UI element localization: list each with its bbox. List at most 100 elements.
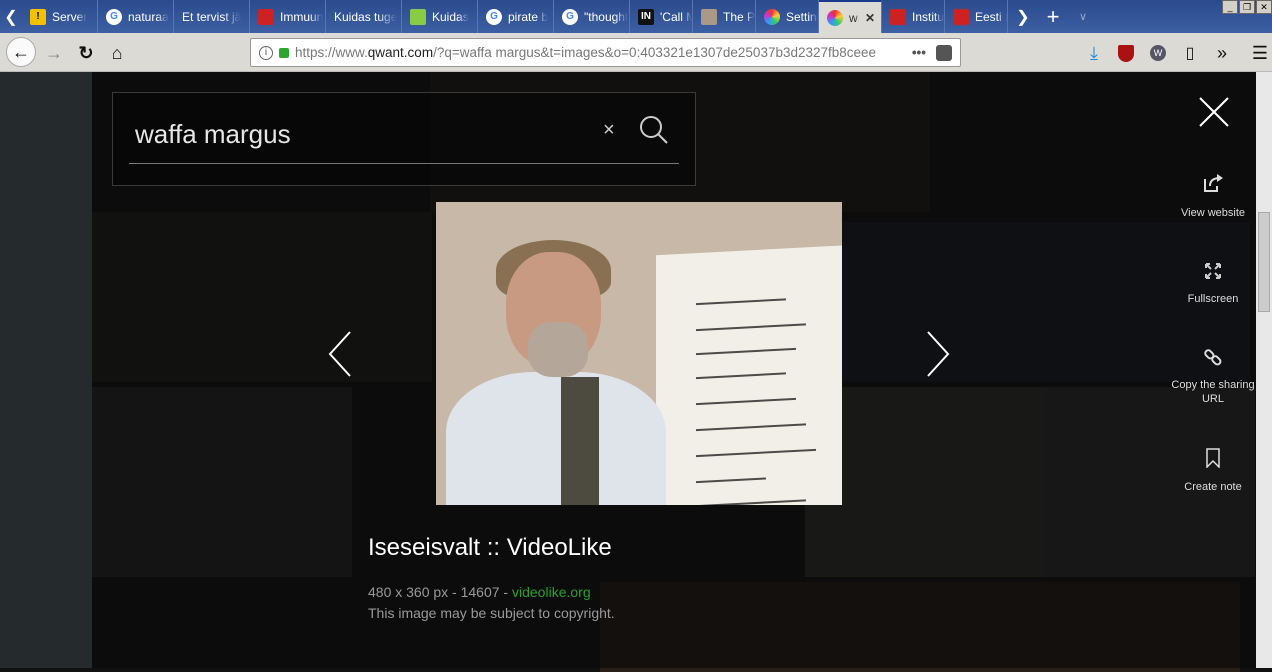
tab-label: waf bbox=[849, 10, 859, 25]
search-input[interactable]: waffa margus bbox=[135, 119, 291, 150]
url-text: https://www.qwant.com/?q=waffa margus&t=… bbox=[295, 45, 877, 60]
pirate-icon bbox=[701, 8, 717, 25]
tab-label: "thought bbox=[584, 9, 629, 24]
tab-label: Settings bbox=[786, 9, 818, 24]
navigation-toolbar: ← → ↻ ⌂ i https://www.qwant.com/?q=waffa… bbox=[0, 33, 1272, 72]
close-tab-icon[interactable]: ✕ bbox=[865, 11, 875, 25]
plant-icon bbox=[410, 8, 426, 25]
action-label: Create note bbox=[1184, 481, 1242, 493]
action-label: View website bbox=[1181, 207, 1245, 219]
forward-button[interactable]: → bbox=[40, 39, 68, 67]
search-icon[interactable] bbox=[639, 115, 669, 145]
copyright-notice: This image may be subject to copyright. bbox=[368, 605, 615, 621]
tab-6[interactable]: Gpirate b bbox=[478, 0, 554, 33]
url-bar[interactable]: i https://www.qwant.com/?q=waffa margus&… bbox=[250, 38, 961, 67]
search-box: waffa margus × bbox=[112, 92, 696, 186]
tab-10[interactable]: Settings bbox=[756, 0, 819, 33]
close-window-button[interactable]: ✕ bbox=[1256, 0, 1272, 14]
fullscreen-icon bbox=[1205, 263, 1221, 279]
tab-label: The Pir bbox=[723, 9, 755, 24]
fullscreen-button[interactable]: Fullscreen bbox=[1168, 262, 1258, 306]
qwant-icon bbox=[764, 8, 780, 25]
tab-0[interactable]: ! Server bbox=[22, 0, 98, 33]
new-tab-button[interactable]: + bbox=[1038, 0, 1068, 33]
google-icon: G bbox=[562, 8, 578, 25]
next-image-icon[interactable] bbox=[926, 330, 950, 378]
image-meta: 480 x 360 px - 14607 - videolike.org Thi… bbox=[368, 582, 615, 624]
back-button[interactable]: ← bbox=[6, 37, 36, 67]
minimize-button[interactable]: _ bbox=[1222, 0, 1238, 14]
tab-label: Kuidas bbox=[432, 9, 469, 24]
create-note-button[interactable]: Create note bbox=[1168, 448, 1258, 494]
tab-label: Institu bbox=[912, 9, 944, 24]
pocket-icon[interactable] bbox=[936, 44, 952, 61]
google-icon: G bbox=[486, 8, 502, 25]
tab-11[interactable]: waf ✕ bbox=[819, 0, 882, 33]
person-beard bbox=[528, 322, 588, 377]
close-viewer-icon[interactable] bbox=[1198, 96, 1230, 128]
tab-label: naturaa bbox=[128, 9, 169, 24]
person-tie bbox=[561, 377, 599, 505]
info-icon[interactable]: i bbox=[259, 45, 273, 60]
google-icon: G bbox=[106, 8, 122, 25]
tab-2[interactable]: Et tervist jä bbox=[174, 0, 250, 33]
image-size-info: 480 x 360 px - 14607 - bbox=[368, 584, 512, 600]
sidebar-icon[interactable]: ▯ bbox=[1176, 39, 1204, 67]
flipchart bbox=[656, 244, 842, 505]
view-website-button[interactable]: View website bbox=[1168, 172, 1258, 220]
window-controls: _ ❐ ✕ bbox=[1222, 0, 1272, 14]
search-underline bbox=[129, 163, 679, 164]
preview-image[interactable] bbox=[436, 202, 842, 505]
page-actions-button[interactable]: ••• bbox=[912, 45, 926, 60]
copy-sharing-url-button[interactable]: Copy the sharing URL bbox=[1168, 348, 1258, 406]
source-link[interactable]: videolike.org bbox=[512, 584, 591, 600]
action-label: Fullscreen bbox=[1187, 293, 1239, 305]
lock-icon bbox=[279, 47, 289, 58]
tab-list-dropdown[interactable]: ∨ bbox=[1068, 0, 1098, 33]
image-title: Iseseisvalt :: VideoLike bbox=[368, 534, 612, 561]
scrollbar-thumb[interactable] bbox=[1258, 212, 1270, 312]
tab-label: pirate b bbox=[508, 9, 549, 24]
site-icon bbox=[890, 8, 906, 25]
page-margin bbox=[0, 72, 92, 668]
tab-12[interactable]: Institu bbox=[882, 0, 945, 33]
tab-bar: ❮ ! Server Gnaturaa Et tervist jä Immuun Kuid… bbox=[0, 0, 1272, 33]
in-icon: IN bbox=[638, 8, 654, 25]
tab-1[interactable]: Gnaturaa bbox=[98, 0, 174, 33]
previous-image-icon[interactable] bbox=[328, 330, 352, 378]
tab-8[interactable]: IN 'Call Me bbox=[630, 0, 693, 33]
qwant-image-viewer: waffa margus × Iseseisvalt :: VideoLike … bbox=[0, 72, 1272, 672]
wappalyzer-icon[interactable]: W bbox=[1144, 39, 1172, 67]
tab-label: Server bbox=[52, 9, 88, 24]
restore-button[interactable]: ❐ bbox=[1239, 0, 1255, 14]
action-label: Copy the sharing URL bbox=[1171, 379, 1255, 405]
tab-3[interactable]: Immuun bbox=[250, 0, 326, 33]
external-link-icon bbox=[1204, 174, 1223, 192]
home-button[interactable]: ⌂ bbox=[103, 39, 131, 67]
page-scrollbar[interactable] bbox=[1256, 72, 1272, 668]
hamburger-menu-icon[interactable]: ☰ bbox=[1246, 39, 1272, 67]
tab-4[interactable]: Kuidas tuge bbox=[326, 0, 402, 33]
tab-5[interactable]: Kuidas bbox=[402, 0, 478, 33]
link-icon bbox=[1204, 349, 1222, 366]
person-shirt bbox=[446, 372, 666, 505]
site-icon bbox=[953, 8, 969, 25]
tab-label: Et tervist jä bbox=[182, 9, 242, 24]
bookmark-icon bbox=[1206, 448, 1220, 468]
tab-label: Eesti R bbox=[975, 9, 1007, 24]
qwant-icon bbox=[827, 9, 843, 26]
tab-13[interactable]: Eesti R bbox=[945, 0, 1008, 33]
tab-label: Kuidas tuge bbox=[334, 9, 398, 24]
tab-label: Immuun bbox=[280, 9, 324, 24]
tabs-scroll-left[interactable]: ❮ bbox=[0, 0, 22, 33]
clear-search-button[interactable]: × bbox=[603, 119, 615, 142]
overflow-menu-icon[interactable]: » bbox=[1208, 39, 1236, 67]
tab-9[interactable]: The Pir bbox=[693, 0, 756, 33]
reload-button[interactable]: ↻ bbox=[72, 39, 100, 67]
tab-7[interactable]: G "thought bbox=[554, 0, 630, 33]
warning-icon: ! bbox=[30, 8, 46, 25]
downloads-icon[interactable]: ⤓ bbox=[1080, 39, 1108, 67]
site-icon bbox=[258, 8, 274, 25]
tabs-scroll-right[interactable]: ❯ bbox=[1008, 0, 1038, 33]
ublock-icon[interactable] bbox=[1112, 39, 1140, 67]
